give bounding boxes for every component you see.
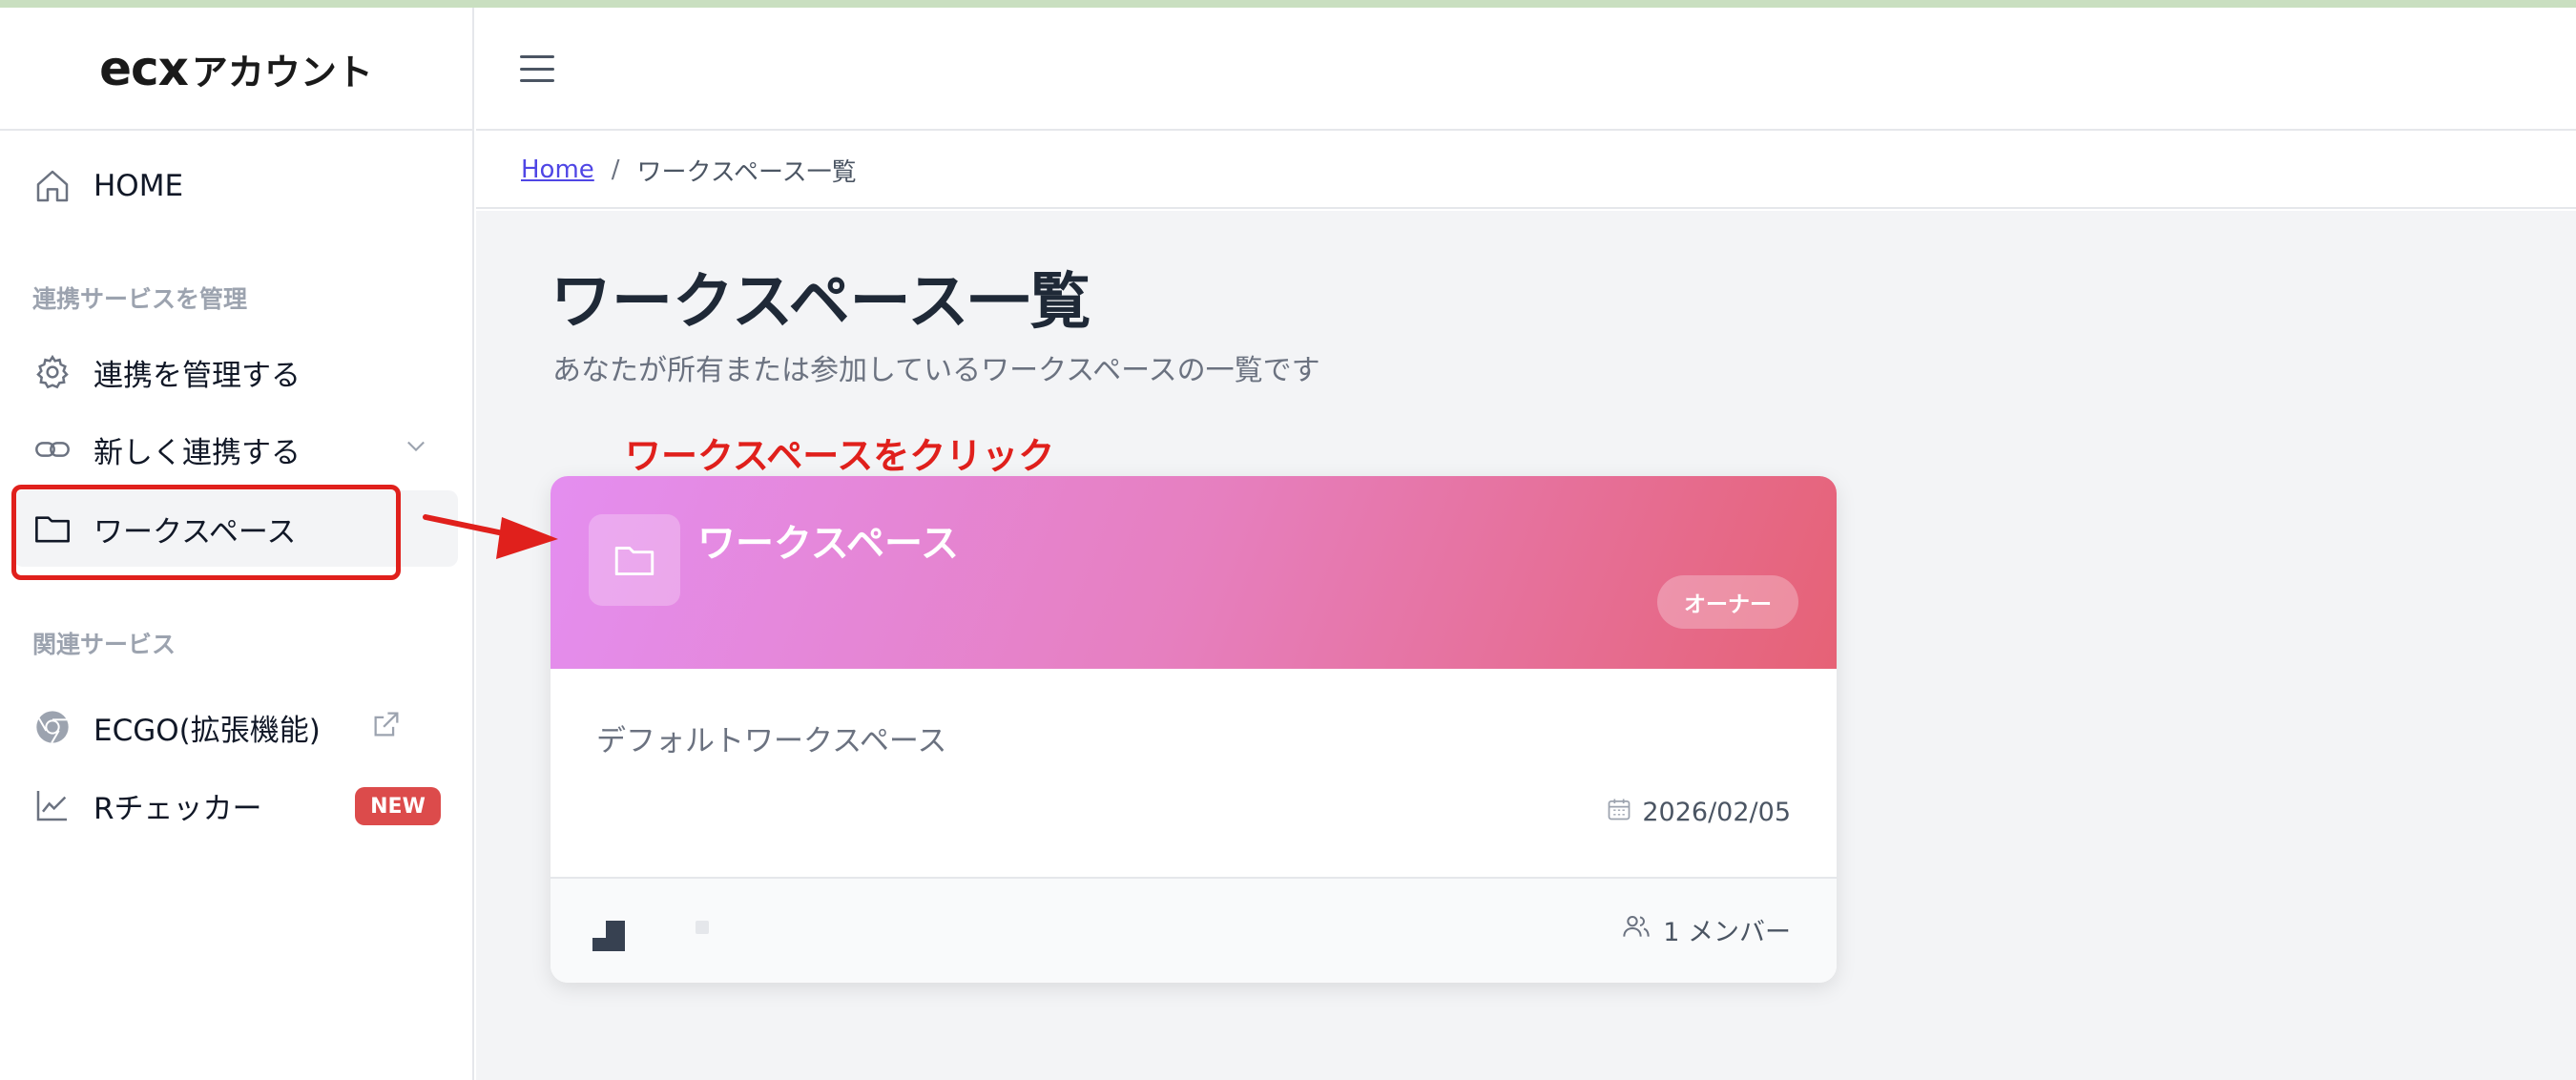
breadcrumb-separator: / xyxy=(611,156,620,184)
sidebar-item-workspace[interactable]: ワークスペース xyxy=(13,490,458,567)
page-title: ワークスペース一覧 xyxy=(551,267,1091,338)
sidebar-item-new-integration[interactable]: 新しく連携する xyxy=(13,411,458,488)
gear-icon xyxy=(32,352,73,392)
page-subtitle: あなたが所有または参加しているワークスペースの一覧です xyxy=(552,354,1320,387)
link-icon xyxy=(32,429,73,469)
workspace-name: ワークスペース xyxy=(697,522,959,566)
calendar-icon xyxy=(1606,796,1632,829)
workspace-card-header: ワークスペース オーナー xyxy=(551,476,1837,669)
role-badge: オーナー xyxy=(1657,575,1798,629)
chrome-icon xyxy=(32,707,73,747)
sidebar-item-label: ワークスペース xyxy=(93,514,297,550)
folder-icon xyxy=(32,509,73,549)
workspace-description: デフォルトワークスペース xyxy=(596,724,947,758)
logo-text: アカウント xyxy=(191,51,373,93)
sidebar: ecx アカウント HOME 連携サービスを管理 連携を管理する 新しく連携する… xyxy=(0,8,474,1080)
sidebar-item-label: 新しく連携する xyxy=(93,435,301,470)
top-header xyxy=(476,8,2576,131)
sidebar-item-manage-integrations[interactable]: 連携を管理する xyxy=(13,334,458,410)
external-link-icon xyxy=(370,708,403,744)
member-count: 1 メンバー xyxy=(1621,911,1791,948)
section-label-manage: 連携サービスを管理 xyxy=(32,285,248,313)
annotation-arrow-icon xyxy=(423,514,558,559)
sidebar-item-label: Rチェッカー xyxy=(93,791,262,826)
sidebar-item-label: ECGO(拡張機能) xyxy=(93,713,321,748)
folder-icon xyxy=(589,514,680,606)
chart-line-icon xyxy=(32,785,73,825)
chevron-down-icon[interactable] xyxy=(403,432,429,463)
menu-toggle-icon[interactable] xyxy=(520,50,554,88)
sidebar-item-home[interactable]: HOME xyxy=(13,148,458,224)
annotation-text: ワークスペースをクリック xyxy=(625,435,1055,477)
sidebar-item-ecgo[interactable]: ECGO(拡張機能) xyxy=(13,689,458,765)
member-count-text: 1 メンバー xyxy=(1663,918,1791,947)
member-avatar-icon xyxy=(592,921,625,955)
users-icon xyxy=(1621,911,1652,948)
main-content: ワークスペース一覧 あなたが所有または参加しているワークスペースの一覧です ワー… xyxy=(476,211,2576,1080)
sidebar-item-label: HOME xyxy=(93,169,184,203)
breadcrumb: Home / ワークスペース一覧 xyxy=(476,133,2576,209)
sidebar-item-rchecker[interactable]: Rチェッカー NEW xyxy=(13,767,458,843)
section-label-related: 関連サービス xyxy=(32,631,177,658)
logo-area: ecx アカウント xyxy=(0,8,472,131)
top-stripe xyxy=(0,0,2576,8)
breadcrumb-current: ワークスペース一覧 xyxy=(636,157,857,187)
workspace-card[interactable]: ワークスペース オーナー デフォルトワークスペース 2026/02/05 1 メ… xyxy=(551,476,1837,983)
sidebar-item-label: 連携を管理する xyxy=(93,358,301,393)
workspace-date: 2026/02/05 xyxy=(1606,796,1791,829)
member-avatar-placeholder xyxy=(696,921,709,934)
new-badge: NEW xyxy=(355,787,441,825)
breadcrumb-home-link[interactable]: Home xyxy=(521,156,594,184)
app-logo[interactable]: ecx アカウント xyxy=(99,41,373,96)
home-icon xyxy=(32,166,73,206)
workspace-card-footer: 1 メンバー xyxy=(551,877,1837,983)
workspace-date-text: 2026/02/05 xyxy=(1642,798,1791,827)
logo-mark: ecx xyxy=(99,40,189,96)
